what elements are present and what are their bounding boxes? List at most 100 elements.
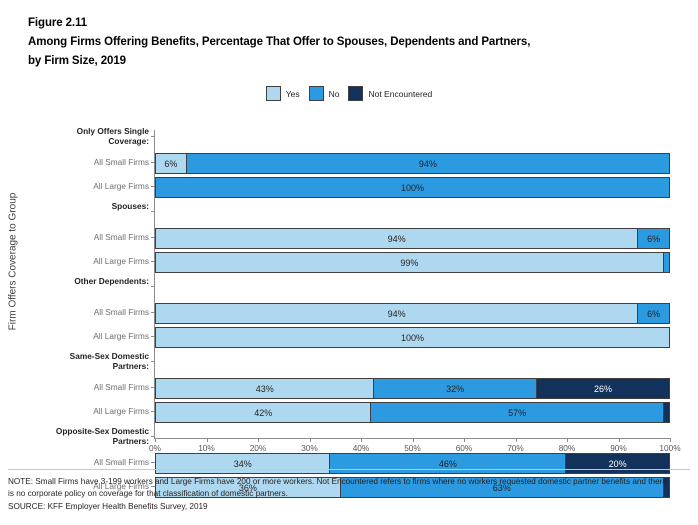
- page-title: Figure 2.11 Among Firms Offering Benefit…: [28, 14, 668, 71]
- footer-divider: [8, 469, 690, 470]
- plot-area: 6% 94% 100% 94% 6% 99% 94% 6% 100% 43% 32% 26% 42% 57…: [155, 130, 670, 498]
- x-tick-label-70: 70%: [507, 443, 524, 453]
- bar-row: 43% 32% 26%: [155, 378, 670, 399]
- group-heading-3: Same-Sex Domestic Partners:: [69, 351, 149, 371]
- y-label-2-1: All Large Firms: [93, 331, 149, 341]
- bar-value-label: 32%: [446, 383, 465, 394]
- title-line-2: by Firm Size, 2019: [28, 55, 126, 67]
- bar-row: 99%: [155, 252, 670, 273]
- legend-label-ne: Not Encountered: [368, 88, 433, 99]
- bar-segment-no: 6%: [638, 304, 669, 323]
- bar-segment-no: [663, 253, 669, 272]
- x-tick-0: [155, 438, 156, 442]
- x-tick-label-60: 60%: [455, 443, 473, 453]
- x-tick-70: [515, 438, 517, 442]
- chart-legend: Yes No Not Encountered: [0, 86, 698, 101]
- group-heading-1: Spouses:: [111, 201, 149, 211]
- source-text: SOURCE: KFF Employer Health Benefits Sur…: [8, 502, 208, 511]
- y-label-4-0: All Small Firms: [93, 457, 149, 467]
- x-tick-20: [258, 438, 259, 442]
- bar-segment-ne: 26%: [536, 379, 669, 398]
- note-text: NOTE: Small Firms have 3-199 workers and…: [8, 477, 667, 498]
- bar-value-label: 20%: [608, 458, 627, 469]
- bar-value-label: 6%: [647, 308, 661, 319]
- bar-value-label: 94%: [387, 308, 406, 319]
- x-tick-label-40: 40%: [352, 443, 370, 453]
- legend-label-yes: Yes: [285, 88, 300, 99]
- bar-row: 42% 57%: [155, 402, 670, 423]
- x-tick-label-80: 80%: [558, 443, 576, 453]
- bar-row: 34% 46% 20%: [155, 453, 670, 474]
- y-label-3-0: All Small Firms: [93, 382, 149, 392]
- x-tick-60: [464, 438, 465, 442]
- x-tick-50: [412, 438, 414, 442]
- x-tick-label-30: 30%: [301, 443, 318, 453]
- bar-value-label: 94%: [418, 158, 437, 169]
- y-label-0-0: All Small Firms: [93, 157, 149, 167]
- x-tick-label-100: 100%: [659, 443, 681, 453]
- y-label-2-0: All Small Firms: [93, 307, 149, 317]
- bar-segment-ne: [663, 403, 669, 422]
- y-label-1-0: All Small Firms: [93, 232, 149, 242]
- bar-row: 100%: [155, 177, 670, 198]
- y-label-0-1: All Large Firms: [93, 181, 149, 191]
- legend-item-ne: Not Encountered: [348, 86, 432, 101]
- bar-segment-yes: 94%: [156, 304, 639, 323]
- bar-segment-no: 46%: [330, 454, 567, 473]
- bar-value-label: 99%: [400, 257, 419, 268]
- bar-row: 94% 6%: [155, 228, 670, 249]
- bar-value-label: 34%: [233, 458, 252, 469]
- legend-swatch-ne: [348, 86, 364, 101]
- y-label-1-1: All Large Firms: [93, 256, 149, 266]
- x-tick-label-50: 50%: [404, 443, 421, 453]
- bar-value-label: 6%: [164, 158, 178, 169]
- group-heading-2: Other Dependents:: [74, 276, 149, 286]
- x-tick-label-0: 0%: [149, 443, 161, 453]
- bar-row: 94% 6%: [155, 303, 670, 324]
- x-axis-ticks: 0% 10% 20% 30% 40% 50% 60% 70% 80% 90% 100%: [149, 438, 681, 453]
- bar-row: 6% 94%: [155, 153, 670, 174]
- x-tick-label-90: 90%: [610, 443, 627, 453]
- bar-segment-no: 57%: [371, 403, 664, 422]
- bar-segment-no: 94%: [186, 154, 669, 173]
- legend-swatch-yes: [265, 86, 281, 101]
- bar-value-label: 43%: [255, 383, 274, 394]
- bar-value-label: 6%: [647, 233, 661, 244]
- bar-segment-yes: 42%: [156, 403, 372, 422]
- bar-segment-yes: 94%: [156, 229, 639, 248]
- bar-segment-yes: 43%: [156, 379, 375, 398]
- legend-item-no: No: [308, 86, 340, 101]
- footnotes: NOTE: Small Firms have 3-199 workers and…: [8, 476, 668, 514]
- bar-segment-no: 32%: [374, 379, 537, 398]
- bar-segment-yes: 6%: [156, 154, 187, 173]
- bar-value-label: 26%: [593, 383, 612, 394]
- figure-number: Figure 2.11: [28, 17, 87, 29]
- bar-segment-yes: 99%: [156, 253, 664, 272]
- x-tick-label-20: 20%: [249, 443, 267, 453]
- bar-value-label: 46%: [438, 458, 457, 469]
- bar-value-label: 42%: [254, 407, 273, 418]
- bar-value-label: 100%: [400, 182, 425, 193]
- group-heading-4: Opposite-Sex Domestic Partners:: [55, 426, 149, 446]
- x-tick-40: [361, 438, 362, 442]
- legend-label-no: No: [328, 88, 340, 99]
- group-heading-0: Only Offers Single Coverage:: [76, 126, 149, 146]
- bar-segment-no: 6%: [638, 229, 669, 248]
- bar-row: 100%: [155, 327, 670, 348]
- x-tick-100: [670, 438, 671, 442]
- legend-swatch-no: [308, 86, 324, 101]
- title-line-1: Among Firms Offering Benefits, Percentag…: [28, 36, 531, 48]
- bar-value-label: 94%: [387, 233, 406, 244]
- x-tick-90: [618, 438, 620, 442]
- y-label-3-1: All Large Firms: [93, 406, 149, 416]
- bar-value-label: 57%: [508, 407, 527, 418]
- bar-segment-yes: 100%: [156, 328, 669, 347]
- x-tick-10: [206, 438, 208, 442]
- bar-segment-ne: 20%: [566, 454, 669, 473]
- legend-item-yes: Yes: [265, 86, 300, 101]
- x-tick-80: [567, 438, 568, 442]
- x-tick-30: [309, 438, 311, 442]
- bar-segment-no: 100%: [156, 178, 669, 197]
- x-tick-label-10: 10%: [198, 443, 215, 453]
- bar-value-label: 100%: [400, 332, 425, 343]
